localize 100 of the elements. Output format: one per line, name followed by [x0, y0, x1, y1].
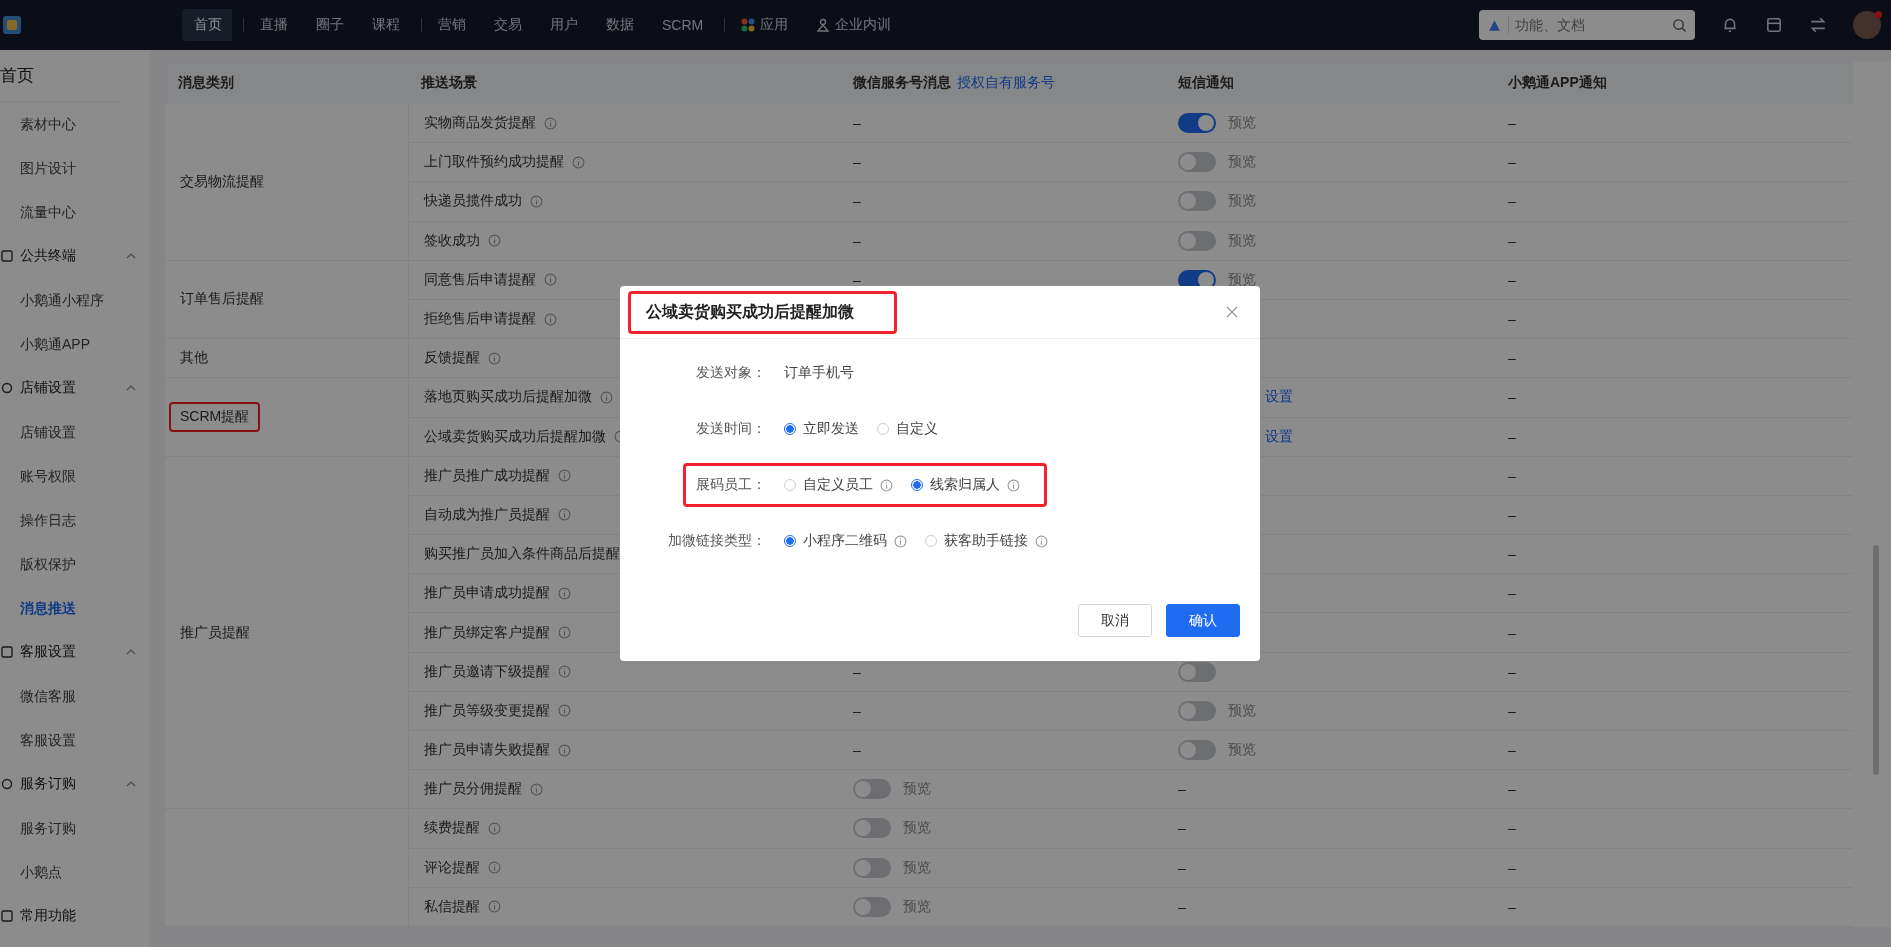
- preview-link[interactable]: 预览: [1228, 192, 1256, 211]
- sidebar-group[interactable]: 服务订购: [20, 775, 76, 793]
- info-icon[interactable]: [544, 312, 557, 326]
- swap-icon[interactable]: [1809, 16, 1827, 34]
- preview-link[interactable]: 预览: [1228, 701, 1256, 720]
- sidebar-item[interactable]: 店铺设置: [0, 410, 150, 454]
- info-icon[interactable]: [600, 390, 613, 404]
- info-icon[interactable]: [558, 704, 571, 718]
- close-icon[interactable]: [1226, 306, 1238, 318]
- toggle-switch[interactable]: [1178, 152, 1216, 173]
- sidebar-item[interactable]: 客服设置: [0, 718, 150, 762]
- settings-link[interactable]: 设置: [1265, 427, 1293, 446]
- info-icon[interactable]: [1035, 534, 1048, 548]
- info-icon[interactable]: [558, 743, 571, 757]
- info-icon[interactable]: [558, 508, 571, 522]
- info-icon[interactable]: [530, 194, 543, 208]
- authorize-link[interactable]: 授权自有服务号: [957, 74, 1055, 92]
- toggle-switch[interactable]: [1178, 700, 1216, 721]
- info-icon[interactable]: [488, 821, 501, 835]
- preview-link[interactable]: 预览: [903, 897, 931, 916]
- sidebar-item[interactable]: 操作日志: [0, 498, 150, 542]
- info-icon[interactable]: [572, 155, 585, 169]
- nav-tab[interactable]: 企业内训: [804, 9, 904, 41]
- sidebar-item[interactable]: 消息推送: [0, 586, 150, 630]
- info-icon[interactable]: [488, 234, 501, 248]
- confirm-button[interactable]: 确认: [1166, 604, 1240, 637]
- toggle-switch[interactable]: [1178, 191, 1216, 212]
- search-icon[interactable]: [1672, 17, 1687, 33]
- sidebar-item[interactable]: 小鹅点: [0, 850, 150, 894]
- info-icon[interactable]: [530, 782, 543, 796]
- preview-link[interactable]: 预览: [903, 819, 931, 838]
- info-icon[interactable]: [544, 273, 557, 287]
- sidebar-item[interactable]: 服务订购: [0, 806, 150, 850]
- sidebar-item[interactable]: 流量中心: [0, 190, 150, 234]
- settings-link[interactable]: 设置: [1265, 388, 1293, 407]
- sidebar-group[interactable]: 公共终端: [20, 247, 76, 265]
- toggle-switch[interactable]: [1178, 740, 1216, 761]
- radio-button[interactable]: [784, 535, 796, 547]
- info-icon[interactable]: [558, 586, 571, 600]
- preview-link[interactable]: 预览: [1228, 153, 1256, 172]
- toggle-switch[interactable]: [1178, 230, 1216, 251]
- radio-label[interactable]: 线索归属人: [930, 476, 1000, 494]
- avatar[interactable]: [1853, 11, 1881, 39]
- info-icon[interactable]: [1007, 478, 1020, 492]
- search-bar[interactable]: 功能、文档: [1479, 10, 1695, 40]
- sidebar-item[interactable]: 小鹅通APP: [0, 322, 150, 366]
- info-icon[interactable]: [488, 351, 501, 365]
- sidebar-item[interactable]: 素材中心: [0, 102, 150, 146]
- info-icon[interactable]: [488, 900, 501, 914]
- radio-label[interactable]: 立即发送: [803, 420, 859, 438]
- preview-link[interactable]: 预览: [903, 780, 931, 799]
- chevron-icon[interactable]: [126, 649, 136, 655]
- nav-tab[interactable]: 用户: [538, 9, 590, 41]
- toggle-switch[interactable]: [853, 818, 891, 839]
- sidebar-item[interactable]: 微信客服: [0, 674, 150, 718]
- preview-link[interactable]: 预览: [1228, 741, 1256, 760]
- nav-tab[interactable]: 应用: [729, 9, 801, 41]
- store-icon[interactable]: [1765, 16, 1783, 34]
- radio-label[interactable]: 自定义: [896, 420, 938, 438]
- preview-link[interactable]: 预览: [1228, 114, 1256, 133]
- toggle-switch[interactable]: [853, 779, 891, 800]
- sidebar-item[interactable]: 图片设计: [0, 146, 150, 190]
- preview-link[interactable]: 预览: [1228, 231, 1256, 250]
- nav-tab[interactable]: 直播: [248, 9, 300, 41]
- preview-link[interactable]: 预览: [903, 858, 931, 877]
- toggle-switch[interactable]: [1178, 661, 1216, 682]
- chevron-icon[interactable]: [126, 253, 136, 259]
- radio-label[interactable]: 获客助手链接: [944, 532, 1028, 550]
- info-icon[interactable]: [558, 665, 571, 679]
- toggle-switch[interactable]: [1178, 113, 1216, 134]
- nav-tab[interactable]: 数据: [594, 9, 646, 41]
- info-icon[interactable]: [488, 861, 501, 875]
- info-icon[interactable]: [558, 626, 571, 640]
- preview-link[interactable]: 预览: [1228, 270, 1256, 289]
- info-icon[interactable]: [544, 116, 557, 130]
- sidebar-item[interactable]: 小鹅通小程序: [0, 278, 150, 322]
- sidebar-group[interactable]: 客服设置: [20, 643, 76, 661]
- toggle-switch[interactable]: [853, 896, 891, 917]
- radio-button[interactable]: [911, 479, 923, 491]
- radio-label[interactable]: 自定义员工: [803, 476, 873, 494]
- nav-tab[interactable]: 营销: [426, 9, 478, 41]
- info-icon[interactable]: [880, 478, 893, 492]
- sidebar-item[interactable]: 账号权限: [0, 454, 150, 498]
- nav-tab[interactable]: 首页: [182, 9, 244, 41]
- cancel-button[interactable]: 取消: [1078, 604, 1152, 637]
- radio-button[interactable]: [784, 423, 796, 435]
- bell-icon[interactable]: [1721, 16, 1739, 34]
- nav-tab[interactable]: 圈子: [304, 9, 356, 41]
- sidebar-item[interactable]: 版权保护: [0, 542, 150, 586]
- chevron-icon[interactable]: [126, 385, 136, 391]
- radio-label[interactable]: 小程序二维码: [803, 532, 887, 550]
- info-icon[interactable]: [558, 469, 571, 483]
- sidebar-group[interactable]: 店铺设置: [20, 379, 76, 397]
- sidebar-group[interactable]: 常用功能: [20, 907, 76, 925]
- info-icon[interactable]: [894, 534, 907, 548]
- nav-tab[interactable]: 交易: [482, 9, 534, 41]
- sidebar-home[interactable]: 首页: [0, 50, 120, 102]
- toggle-switch[interactable]: [853, 857, 891, 878]
- chevron-icon[interactable]: [126, 781, 136, 787]
- scrollbar[interactable]: [1873, 545, 1879, 775]
